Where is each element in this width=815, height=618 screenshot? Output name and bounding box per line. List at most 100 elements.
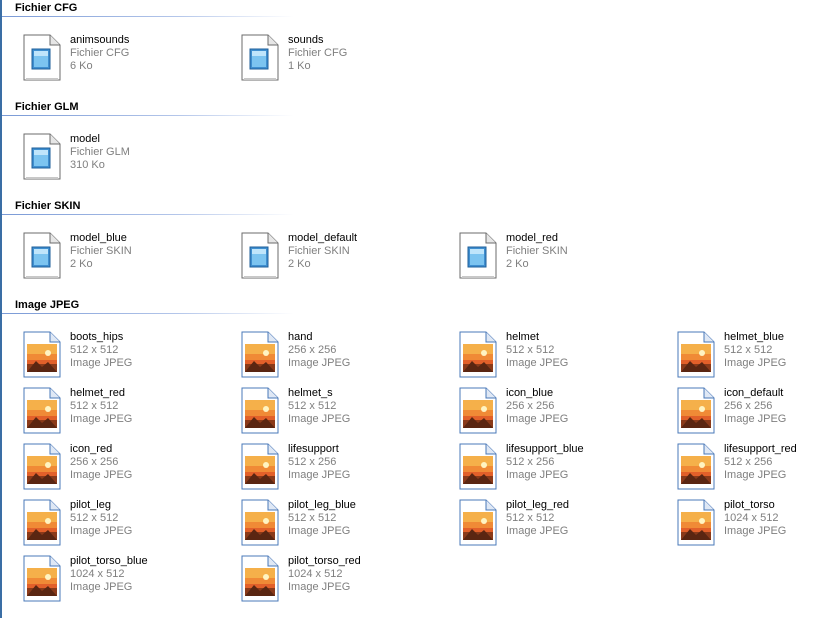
file-name: pilot_leg_blue xyxy=(288,499,356,511)
file-name: helmet_red xyxy=(70,387,126,399)
file-name: pilot_torso xyxy=(724,499,775,511)
file-name: sounds xyxy=(288,34,324,46)
jpeg-image-icon xyxy=(240,499,280,547)
config-file-icon xyxy=(240,34,280,82)
file-name: lifesupport_blue xyxy=(506,443,584,455)
file-name: lifesupport_red xyxy=(724,443,797,455)
file-item[interactable]: sounds Fichier CFG 1 Ko xyxy=(240,34,450,86)
image-item[interactable]: helmet 512 x 512 Image JPEG xyxy=(458,331,668,383)
image-dimensions: 512 x 512 xyxy=(70,344,119,356)
image-item[interactable]: pilot_leg_blue 512 x 512 Image JPEG xyxy=(240,499,450,551)
file-name: icon_blue xyxy=(506,387,554,399)
file-name: pilot_leg_red xyxy=(506,499,569,511)
image-item[interactable]: helmet_s 512 x 512 Image JPEG xyxy=(240,387,450,439)
jpeg-image-icon xyxy=(676,387,716,435)
image-dimensions: 256 x 256 xyxy=(506,400,555,412)
file-size: 2 Ko xyxy=(506,258,529,270)
image-item[interactable]: pilot_leg_red 512 x 512 Image JPEG xyxy=(458,499,668,551)
file-type: Image JPEG xyxy=(288,413,351,425)
file-type: Fichier SKIN xyxy=(506,245,568,257)
jpeg-image-icon xyxy=(458,387,498,435)
skin-file-icon xyxy=(458,232,498,280)
group-header-jpeg: Image JPEG xyxy=(15,299,80,311)
image-dimensions: 256 x 256 xyxy=(70,456,119,468)
jpeg-image-icon xyxy=(240,387,280,435)
image-dimensions: 512 x 512 xyxy=(288,512,337,524)
file-type: Image JPEG xyxy=(724,357,787,369)
file-name: pilot_torso_blue xyxy=(70,555,148,567)
image-dimensions: 256 x 256 xyxy=(288,344,337,356)
file-size: 2 Ko xyxy=(288,258,311,270)
jpeg-image-icon xyxy=(22,443,62,491)
file-size: 6 Ko xyxy=(70,60,93,72)
file-name: helmet_blue xyxy=(724,331,784,343)
file-name: hand xyxy=(288,331,313,343)
file-name: pilot_torso_red xyxy=(288,555,361,567)
file-name: lifesupport xyxy=(288,443,339,455)
image-item[interactable]: pilot_torso_blue 1024 x 512 Image JPEG xyxy=(22,555,232,607)
jpeg-image-icon xyxy=(458,499,498,547)
file-name: model_default xyxy=(288,232,358,244)
file-type: Image JPEG xyxy=(724,525,787,537)
file-type: Image JPEG xyxy=(70,413,133,425)
jpeg-image-icon xyxy=(240,555,280,603)
config-file-icon xyxy=(22,34,62,82)
file-item[interactable]: model_blue Fichier SKIN 2 Ko xyxy=(22,232,232,284)
jpeg-image-icon xyxy=(458,443,498,491)
group-header-glm: Fichier GLM xyxy=(15,101,79,113)
file-type: Image JPEG xyxy=(288,357,351,369)
file-type: Image JPEG xyxy=(70,581,133,593)
file-item[interactable]: model_default Fichier SKIN 2 Ko xyxy=(240,232,450,284)
image-dimensions: 512 x 512 xyxy=(724,344,773,356)
file-name: pilot_leg xyxy=(70,499,111,511)
jpeg-image-icon xyxy=(240,443,280,491)
file-type: Image JPEG xyxy=(724,413,787,425)
group-divider xyxy=(2,214,294,215)
file-type: Fichier SKIN xyxy=(70,245,132,257)
file-type: Image JPEG xyxy=(506,413,569,425)
image-dimensions: 512 x 256 xyxy=(724,456,773,468)
image-dimensions: 512 x 512 xyxy=(506,512,555,524)
file-name: icon_default xyxy=(724,387,784,399)
file-type: Image JPEG xyxy=(288,469,351,481)
image-dimensions: 512 x 512 xyxy=(70,512,119,524)
group-divider xyxy=(2,16,294,17)
file-item[interactable]: animsounds Fichier CFG 6 Ko xyxy=(22,34,232,86)
image-dimensions: 1024 x 512 xyxy=(70,568,125,580)
image-item[interactable]: icon_blue 256 x 256 Image JPEG xyxy=(458,387,668,439)
file-size: 2 Ko xyxy=(70,258,93,270)
image-item[interactable]: pilot_torso 1024 x 512 Image JPEG xyxy=(676,499,812,551)
image-item[interactable]: lifesupport_blue 512 x 256 Image JPEG xyxy=(458,443,668,495)
group-divider xyxy=(2,313,294,314)
file-item[interactable]: model_red Fichier SKIN 2 Ko xyxy=(458,232,668,284)
image-item[interactable]: icon_default 256 x 256 Image JPEG xyxy=(676,387,812,439)
jpeg-image-icon xyxy=(676,499,716,547)
group-header-skin: Fichier SKIN xyxy=(15,200,81,212)
jpeg-image-icon xyxy=(676,331,716,379)
image-item[interactable]: hand 256 x 256 Image JPEG xyxy=(240,331,450,383)
image-item[interactable]: icon_red 256 x 256 Image JPEG xyxy=(22,443,232,495)
file-type: Fichier SKIN xyxy=(288,245,350,257)
group-divider xyxy=(2,115,294,116)
file-item[interactable]: model Fichier GLM 310 Ko xyxy=(22,133,232,185)
image-dimensions: 1024 x 512 xyxy=(288,568,343,580)
image-item[interactable]: lifesupport 512 x 256 Image JPEG xyxy=(240,443,450,495)
jpeg-image-icon xyxy=(240,331,280,379)
file-size: 310 Ko xyxy=(70,159,105,171)
jpeg-image-icon xyxy=(22,499,62,547)
file-type: Image JPEG xyxy=(506,525,569,537)
image-item[interactable]: boots_hips 512 x 512 Image JPEG xyxy=(22,331,232,383)
file-name: model_blue xyxy=(70,232,127,244)
image-item[interactable]: helmet_blue 512 x 512 Image JPEG xyxy=(676,331,812,383)
model-file-icon xyxy=(22,133,62,181)
image-item[interactable]: helmet_red 512 x 512 Image JPEG xyxy=(22,387,232,439)
jpeg-image-icon xyxy=(676,443,716,491)
image-dimensions: 512 x 512 xyxy=(506,344,555,356)
file-name: animsounds xyxy=(70,34,130,46)
file-type: Image JPEG xyxy=(288,525,351,537)
jpeg-image-icon xyxy=(458,331,498,379)
image-item[interactable]: pilot_leg 512 x 512 Image JPEG xyxy=(22,499,232,551)
image-item[interactable]: pilot_torso_red 1024 x 512 Image JPEG xyxy=(240,555,450,607)
image-item[interactable]: lifesupport_red 512 x 256 Image JPEG xyxy=(676,443,812,495)
jpeg-image-icon xyxy=(22,555,62,603)
